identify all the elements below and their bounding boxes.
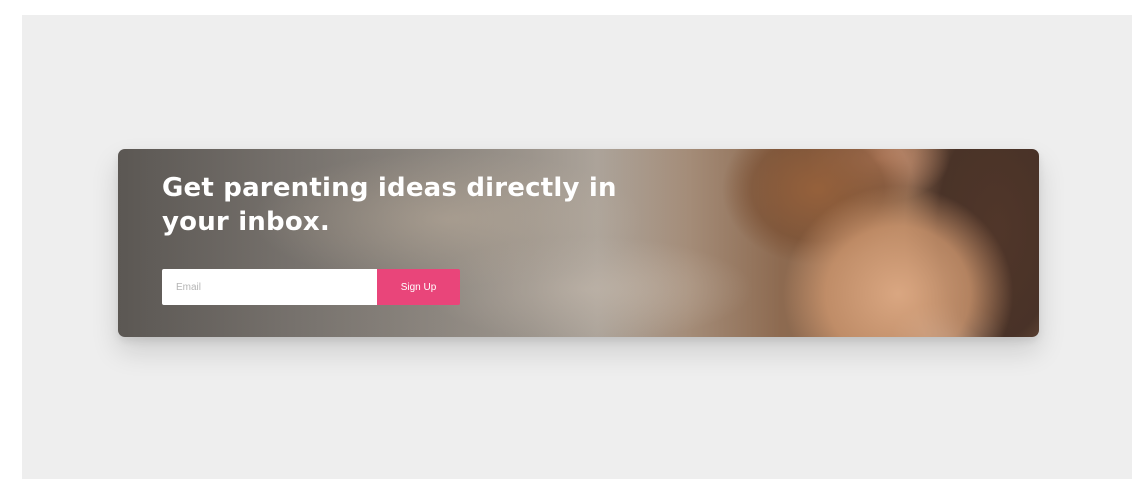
signup-button[interactable]: Sign Up	[377, 269, 460, 305]
page-background: Get parenting ideas directly in your inb…	[22, 15, 1132, 479]
newsletter-banner: Get parenting ideas directly in your inb…	[118, 149, 1039, 337]
signup-form: Sign Up	[162, 269, 460, 305]
email-input[interactable]	[162, 269, 377, 305]
banner-headline: Get parenting ideas directly in your inb…	[162, 173, 617, 237]
